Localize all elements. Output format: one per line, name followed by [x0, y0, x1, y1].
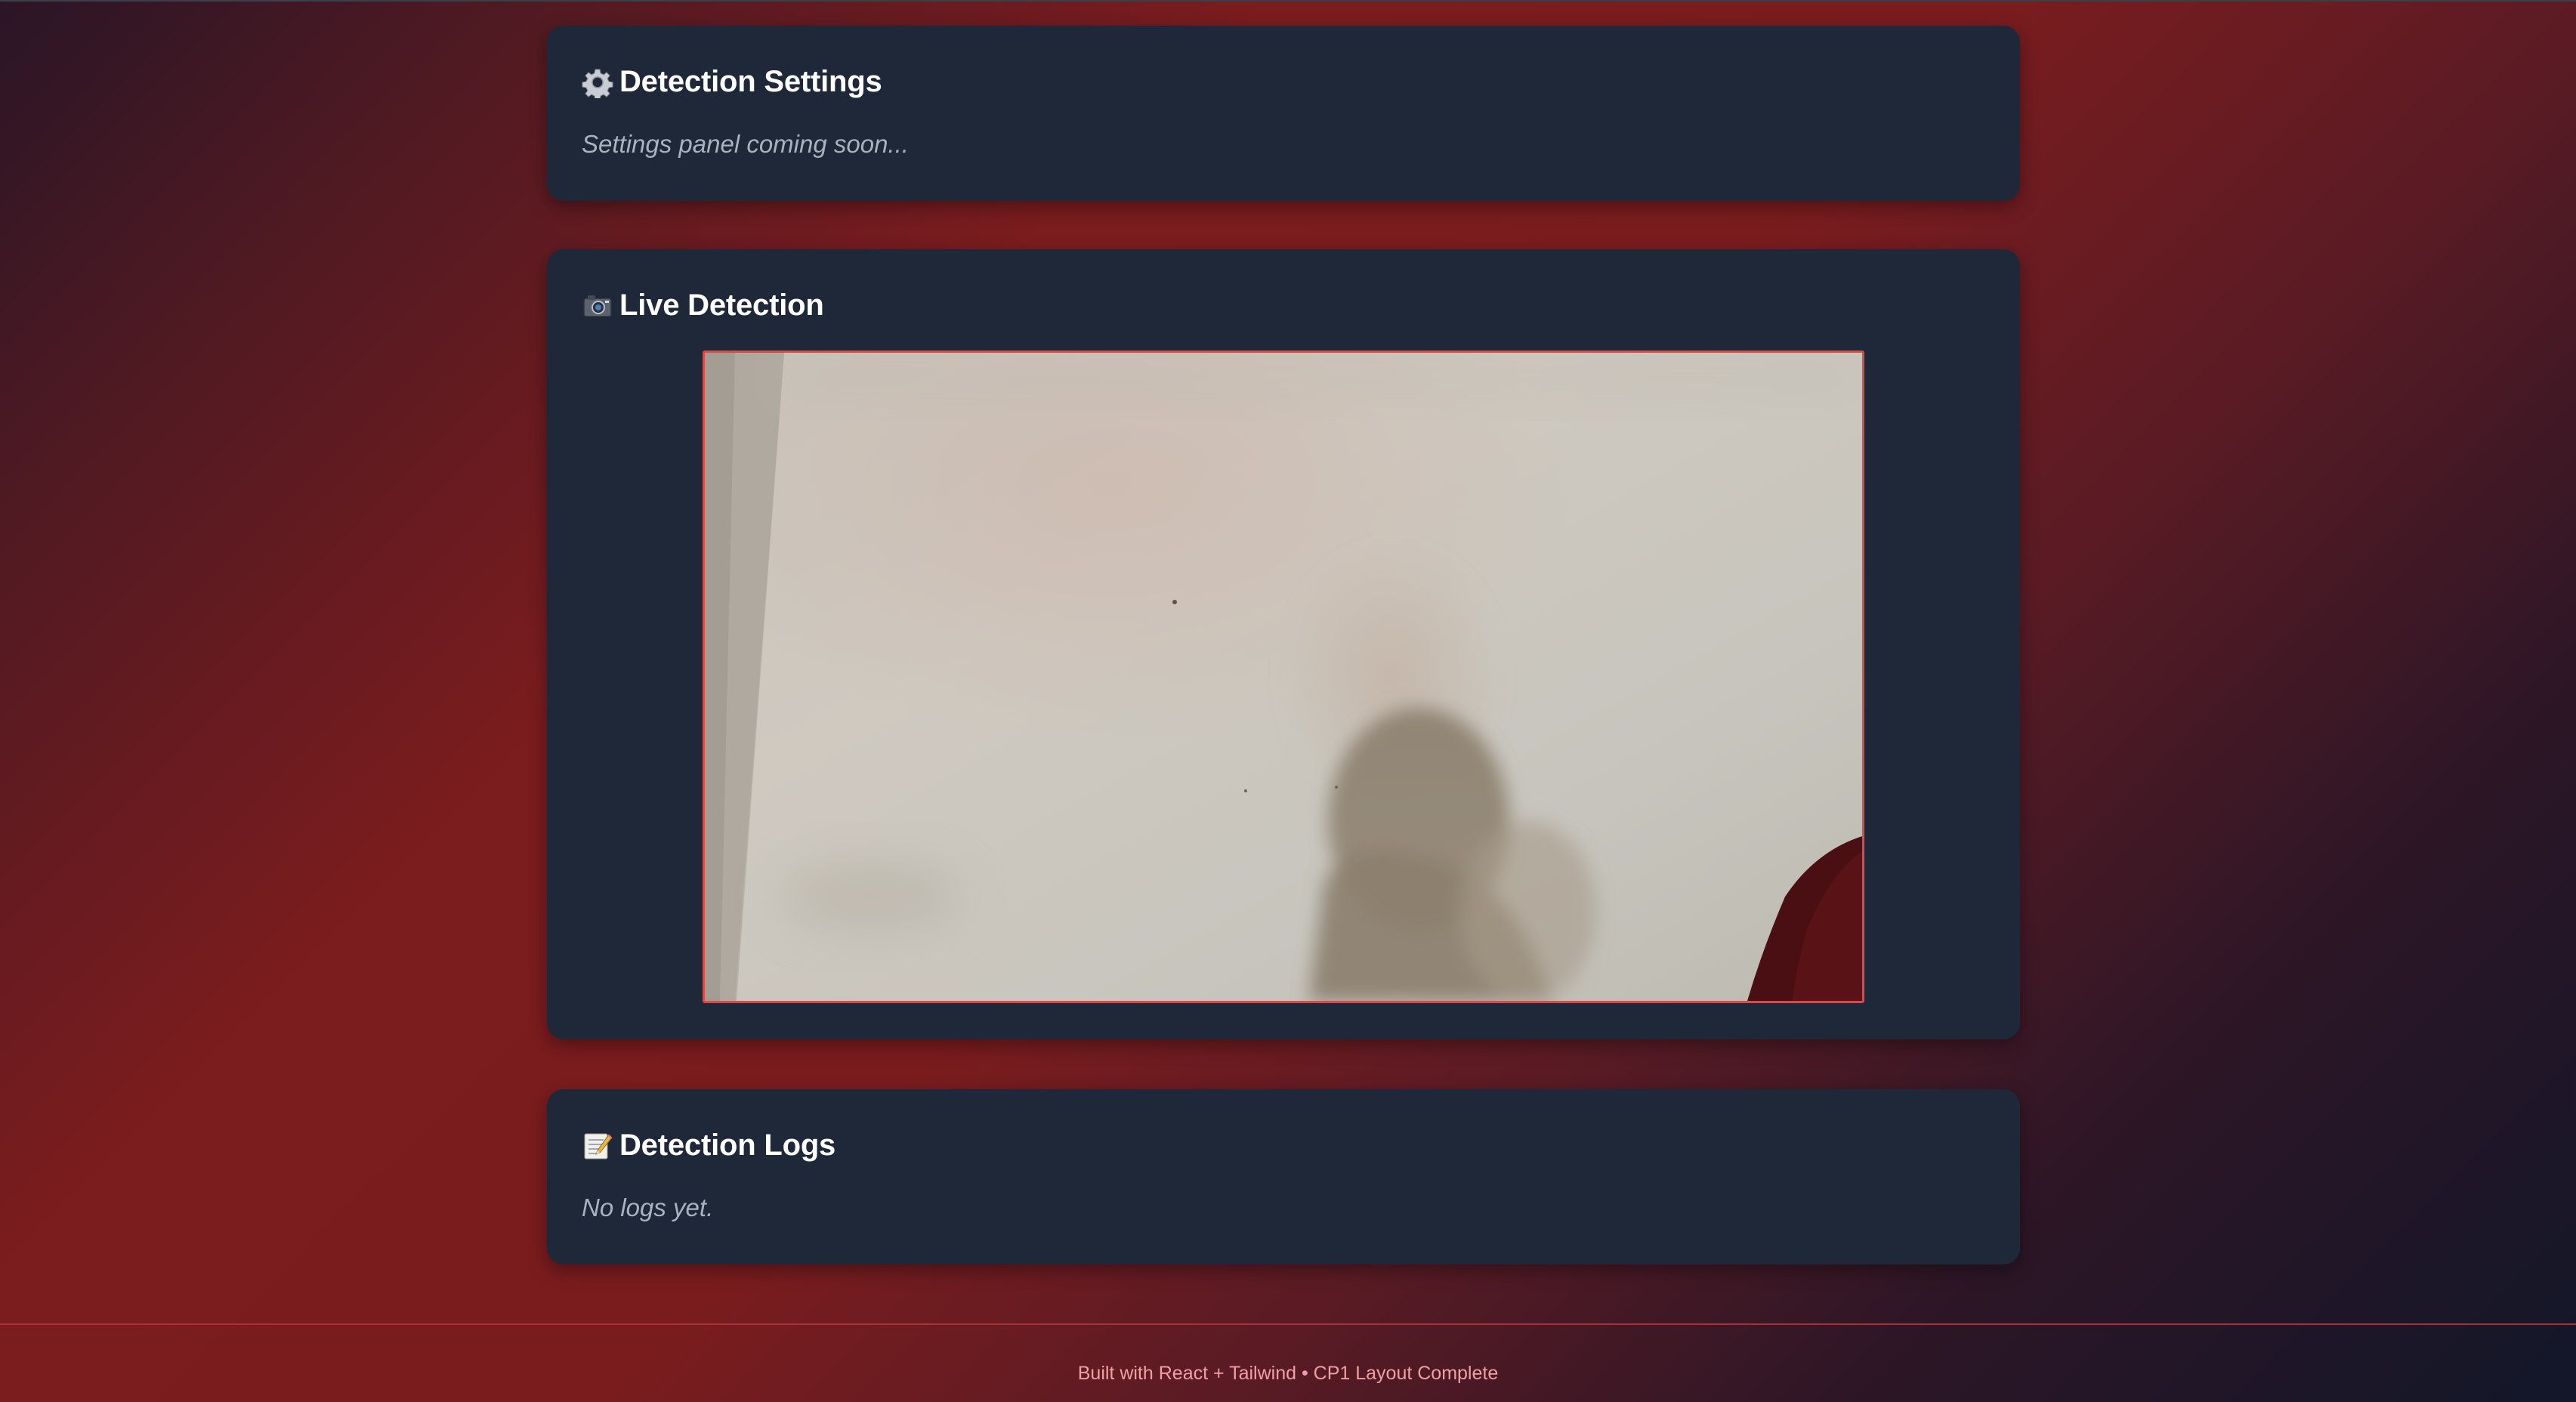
logs-empty-text: No logs yet. [582, 1194, 714, 1221]
webcam-video-feed[interactable] [703, 350, 1864, 1003]
memo-icon [582, 1130, 613, 1162]
footer-text: Built with React + Tailwind • CP1 Layout… [1077, 1363, 1499, 1384]
logs-title: Detection Logs [582, 1129, 836, 1163]
webcam-frame-image [705, 353, 1862, 1001]
settings-placeholder-text: Settings panel coming soon... [582, 130, 909, 158]
live-detection-panel: Live Detection [547, 249, 2020, 1039]
settings-title-text: Detection Settings [619, 65, 882, 98]
gear-icon [582, 66, 613, 100]
detection-logs-panel: Detection Logs No logs yet. [547, 1089, 2020, 1265]
settings-title: Detection Settings [582, 65, 882, 100]
live-detection-title-text: Live Detection [619, 289, 824, 322]
settings-panel: Detection Settings Settings panel coming… [547, 26, 2020, 201]
top-border [0, 0, 2576, 2]
camera-icon [582, 290, 613, 322]
live-detection-title: Live Detection [582, 289, 824, 323]
footer-divider [0, 1323, 2576, 1325]
logs-title-text: Detection Logs [619, 1129, 836, 1162]
